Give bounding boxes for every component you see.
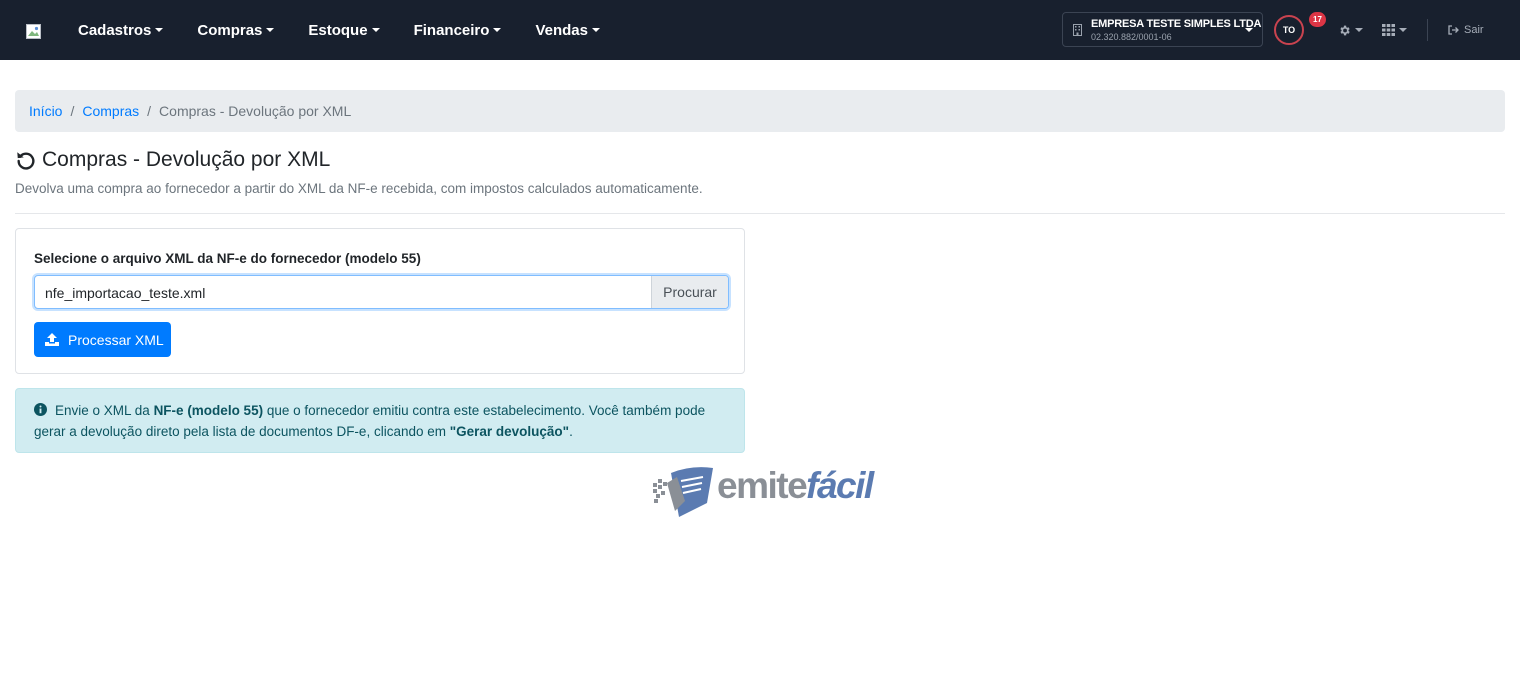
- caret-down-icon: [266, 28, 275, 32]
- main-menu: Cadastros Compras Estoque Financeiro Ven…: [78, 0, 634, 60]
- brand-part-facil: fácil: [806, 465, 874, 506]
- undo-icon: [17, 152, 35, 170]
- menu-compras[interactable]: Compras: [197, 21, 275, 39]
- process-xml-label: Processar XML: [68, 331, 164, 348]
- broken-image-icon[interactable]: [26, 24, 41, 39]
- caret-down-icon: [371, 28, 380, 32]
- sign-out-icon: [1448, 25, 1459, 35]
- breadcrumb-link-inicio[interactable]: Início: [29, 103, 62, 119]
- menu-cadastros[interactable]: Cadastros: [78, 21, 164, 39]
- grid-icon: [1382, 24, 1395, 36]
- caret-down-icon: [1245, 28, 1253, 32]
- notification-badge[interactable]: 17: [1309, 12, 1326, 27]
- breadcrumb: Início / Compras / Compras - Devolução p…: [15, 90, 1505, 132]
- menu-financeiro-label: Financeiro: [413, 21, 490, 39]
- breadcrumb-separator: /: [147, 103, 152, 119]
- company-selector[interactable]: EMPRESA TESTE SIMPLES LTDA 02.320.882/00…: [1062, 12, 1263, 47]
- caret-down-icon: [493, 28, 502, 32]
- company-cnpj: 02.320.882/0001-06: [1091, 32, 1172, 42]
- user-avatar[interactable]: TO: [1274, 15, 1304, 45]
- caret-down-icon: [1355, 28, 1363, 32]
- info-icon: [34, 403, 47, 416]
- brand-part-emite: emite: [717, 465, 808, 506]
- page-title-text: Compras - Devolução por XML: [42, 148, 331, 171]
- menu-compras-label: Compras: [197, 21, 263, 39]
- divider: [15, 213, 1505, 214]
- menu-financeiro[interactable]: Financeiro: [414, 22, 502, 39]
- info-alert: Envie o XML da NF-e (modelo 55) que o fo…: [15, 388, 745, 453]
- alert-bold-action: "Gerar devolução": [449, 424, 570, 439]
- building-icon: [1073, 24, 1082, 36]
- menu-estoque-label: Estoque: [308, 21, 368, 39]
- upload-card: Selecione o arquivo XML da NF-e do forne…: [15, 228, 745, 374]
- menu-cadastros-label: Cadastros: [78, 21, 152, 39]
- alert-bold-model: NF-e (modelo 55): [153, 403, 264, 418]
- document-logo-icon: [653, 467, 713, 517]
- caret-down-icon: [1399, 28, 1407, 32]
- browse-button[interactable]: Procurar: [651, 276, 728, 308]
- breadcrumb-separator: /: [70, 103, 75, 119]
- menu-vendas[interactable]: Vendas: [535, 22, 600, 39]
- top-navbar: Cadastros Compras Estoque Financeiro Ven…: [0, 0, 1520, 60]
- logout-button[interactable]: Sair: [1448, 21, 1484, 39]
- breadcrumb-current: Compras - Devolução por XML: [159, 103, 352, 119]
- alert-text-1: Envie o XML da: [55, 403, 154, 418]
- menu-vendas-label: Vendas: [535, 21, 588, 39]
- upload-icon: [45, 333, 59, 346]
- file-field-label: Selecione o arquivo XML da NF-e do forne…: [34, 251, 421, 266]
- navbar-divider: [1427, 19, 1428, 41]
- caret-down-icon: [155, 28, 164, 32]
- page-subtitle: Devolva uma compra ao fornecedor a parti…: [15, 181, 703, 196]
- company-name: EMPRESA TESTE SIMPLES LTDA: [1091, 18, 1262, 30]
- menu-estoque[interactable]: Estoque: [308, 21, 380, 39]
- breadcrumb-link-compras[interactable]: Compras: [82, 103, 139, 119]
- gear-icon: [1340, 25, 1350, 35]
- emitefacil-logo: emitefácil: [651, 465, 874, 519]
- caret-down-icon: [591, 28, 600, 32]
- xml-file-input[interactable]: nfe_importacao_teste.xml Procurar: [34, 275, 729, 309]
- alert-text-3: .: [569, 424, 573, 439]
- settings-menu[interactable]: [1338, 21, 1363, 39]
- selected-file-name: nfe_importacao_teste.xml: [45, 285, 206, 301]
- apps-menu[interactable]: [1382, 21, 1407, 39]
- brand-wordmark: emitefácil: [717, 465, 874, 507]
- logout-label: Sair: [1464, 24, 1484, 36]
- page-title: Compras - Devolução por XML: [15, 147, 330, 173]
- process-xml-button[interactable]: Processar XML: [34, 322, 171, 357]
